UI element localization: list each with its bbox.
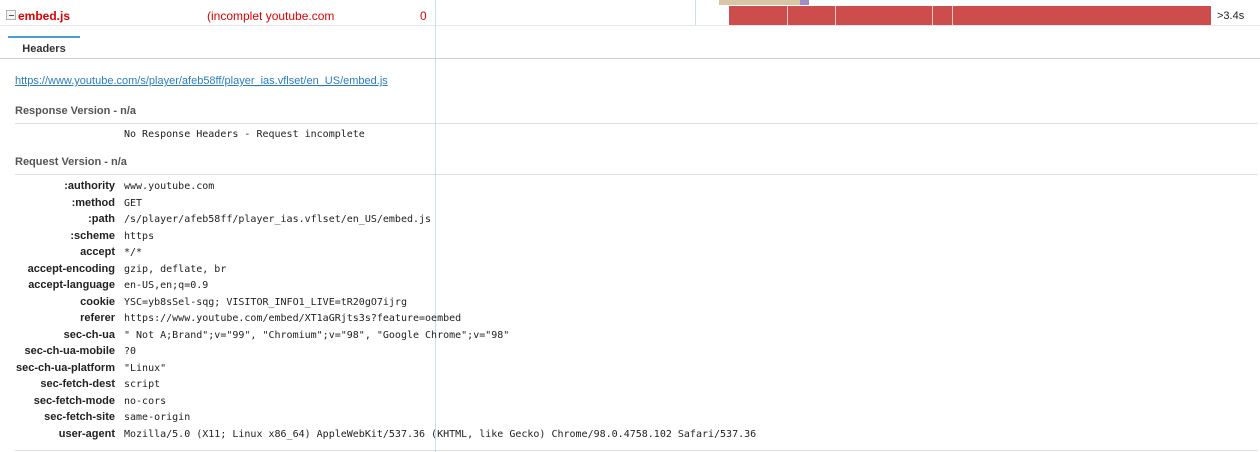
header-value: YSC=yb8sSel-sqg; VISITOR_INFO1_LIVE=tR20… <box>124 296 407 308</box>
header-value: */* <box>124 247 143 258</box>
section-divider-bottom <box>15 450 1258 451</box>
waterfall-bar[interactable] <box>729 6 1211 25</box>
row-separator <box>0 25 1260 26</box>
header-key: accept <box>80 246 115 258</box>
header-key: cookie <box>80 295 115 308</box>
header-value: same-origin <box>124 412 191 423</box>
header-value: www.youtube.com <box>124 181 215 192</box>
waterfall-tick <box>787 6 788 25</box>
section-divider <box>15 174 1258 175</box>
request-time: >3.4s <box>1217 10 1245 22</box>
request-status: (incomplet youtube.com <box>207 9 335 23</box>
header-key: accept-language <box>28 279 115 291</box>
response-version-title: Response Version - n/a <box>15 105 137 117</box>
header-value: ?0 <box>124 346 137 357</box>
header-key: accept-encoding <box>27 262 115 275</box>
header-key: referer <box>80 312 115 324</box>
header-key: :path <box>88 213 115 225</box>
waterfall-bar-previous-segment <box>800 0 809 5</box>
collapse-icon[interactable] <box>6 10 16 20</box>
detail-tabs: Headers <box>0 36 1260 60</box>
header-key: :method <box>71 196 115 209</box>
header-key: :scheme <box>70 229 115 242</box>
request-url-link[interactable]: https://www.youtube.com/s/player/afeb58f… <box>15 75 388 87</box>
request-name[interactable]: embed.js <box>18 9 70 23</box>
waterfall-tick <box>952 6 953 25</box>
header-value: script <box>124 379 161 390</box>
waterfall-tick <box>932 6 933 25</box>
header-key: sec-ch-ua-platform <box>15 361 115 374</box>
tab-underline <box>0 58 1260 59</box>
header-key: :authority <box>64 180 115 192</box>
header-key: sec-fetch-site <box>44 411 115 423</box>
section-divider <box>15 123 1258 124</box>
header-value: no-cors <box>124 395 167 407</box>
tab-headers[interactable]: Headers <box>8 36 80 58</box>
no-response-message: No Response Headers - Request incomplete <box>124 129 365 140</box>
header-value: https <box>124 230 155 242</box>
request-size: 0 <box>420 9 427 23</box>
header-value: en-US,en;q=0.9 <box>124 280 209 291</box>
header-key: sec-ch-ua-mobile <box>24 345 115 357</box>
header-value: https://www.youtube.com/embed/XT1aGRjts3… <box>124 313 462 324</box>
waterfall-bar-previous <box>719 0 800 5</box>
header-value: GET <box>124 197 143 209</box>
header-key: sec-fetch-mode <box>33 394 115 407</box>
column-divider <box>435 0 436 452</box>
header-value: "Linux" <box>124 362 167 374</box>
header-value: Mozilla/5.0 (X11; Linux x86_64) AppleWeb… <box>124 428 757 440</box>
header-value: /s/player/afeb58ff/player_ias.vflset/en_… <box>124 214 432 225</box>
waterfall-tick <box>835 6 836 25</box>
header-key: sec-fetch-dest <box>40 378 115 390</box>
header-value: " Not A;Brand";v="99", "Chromium";v="98"… <box>124 329 510 341</box>
header-value: gzip, deflate, br <box>124 263 227 275</box>
header-key: sec-ch-ua <box>63 328 115 341</box>
header-key: user-agent <box>58 427 115 440</box>
request-version-title: Request Version - n/a <box>15 156 127 168</box>
